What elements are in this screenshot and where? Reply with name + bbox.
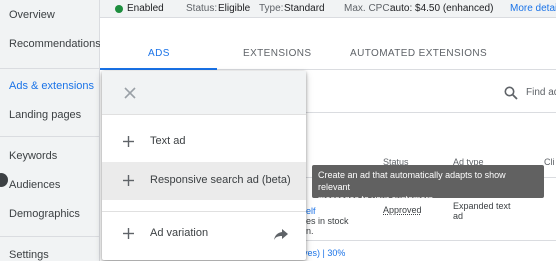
status-label: Status: (186, 3, 218, 14)
menu-item-responsive-search-ad[interactable]: Responsive search ad (beta) (102, 162, 306, 200)
nav-item-recommendations[interactable]: Recommendations (9, 38, 101, 50)
campaign-status-bar: Enabled Status: Eligible Type: Standard … (100, 0, 556, 18)
tooltip-line: messages to your customers (318, 194, 434, 204)
nav-item-settings[interactable]: Settings (9, 249, 49, 261)
enabled-status-dot-icon (115, 5, 123, 13)
active-tab-indicator (100, 68, 217, 70)
ad-description-fragment: es in stock (306, 216, 349, 226)
tooltip-line: Create an ad that automatically adapts t… (318, 170, 506, 192)
plus-icon (123, 228, 134, 239)
menu-header (102, 71, 306, 115)
ad-description-fragment: n. (306, 226, 314, 236)
toolbar-divider (300, 112, 556, 113)
ads-tabs: ADS EXTENSIONS AUTOMATED EXTENSIONS (100, 18, 556, 70)
nav-item-keywords[interactable]: Keywords (9, 150, 57, 162)
enabled-status[interactable]: Enabled (127, 3, 164, 14)
table-footer-fragment[interactable]: ves) | 30% (303, 248, 345, 258)
nav-item-ads-extensions[interactable]: Ads & extensions (9, 80, 94, 92)
column-header-clicks[interactable]: Cli (544, 157, 555, 167)
nav-item-audiences[interactable]: Audiences (9, 179, 60, 191)
plus-icon (123, 175, 134, 186)
tab-ads[interactable]: ADS (148, 48, 170, 59)
menu-item-ad-variation[interactable]: Ad variation (102, 215, 306, 253)
nav-divider (0, 136, 100, 137)
more-details-link[interactable]: More detai (510, 3, 556, 14)
tab-extensions[interactable]: EXTENSIONS (243, 48, 311, 59)
share-arrow-icon (274, 229, 288, 240)
left-navigation: Overview Recommendations Ads & extension… (0, 0, 101, 261)
close-icon[interactable] (122, 85, 138, 101)
menu-item-text-ad[interactable]: Text ad (102, 123, 306, 161)
cpc-label: Max. CPC: (344, 3, 393, 14)
nav-item-landing-pages[interactable]: Landing pages (9, 109, 81, 121)
menu-item-label: Responsive search ad (beta) (150, 174, 291, 186)
nav-item-overview[interactable]: Overview (9, 9, 55, 21)
ad-type-cell: ad (453, 211, 464, 221)
ad-status-approved[interactable]: Approved (383, 205, 422, 215)
type-value: Standard (284, 3, 325, 14)
search-input[interactable]: Find ad (526, 87, 556, 98)
nav-divider (0, 236, 100, 237)
plus-icon (123, 136, 134, 147)
table-row-divider (300, 240, 556, 241)
new-ad-menu: Text ad Responsive search ad (beta) Ad v… (102, 71, 306, 260)
menu-item-label: Ad variation (150, 227, 209, 239)
ad-headline-fragment[interactable]: elf (306, 206, 316, 216)
nav-divider (0, 68, 100, 69)
menu-item-label: Text ad (150, 135, 186, 147)
menu-divider (102, 211, 306, 212)
search-icon[interactable] (504, 86, 518, 100)
cpc-value: auto: $4.50 (enhanced) (390, 3, 494, 14)
type-label: Type: (259, 3, 284, 14)
status-value: Eligible (218, 3, 251, 14)
nav-item-demographics[interactable]: Demographics (9, 208, 80, 220)
tab-automated-extensions[interactable]: AUTOMATED EXTENSIONS (350, 48, 487, 59)
responsive-search-ad-tooltip: Create an ad that automatically adapts t… (312, 165, 544, 204)
